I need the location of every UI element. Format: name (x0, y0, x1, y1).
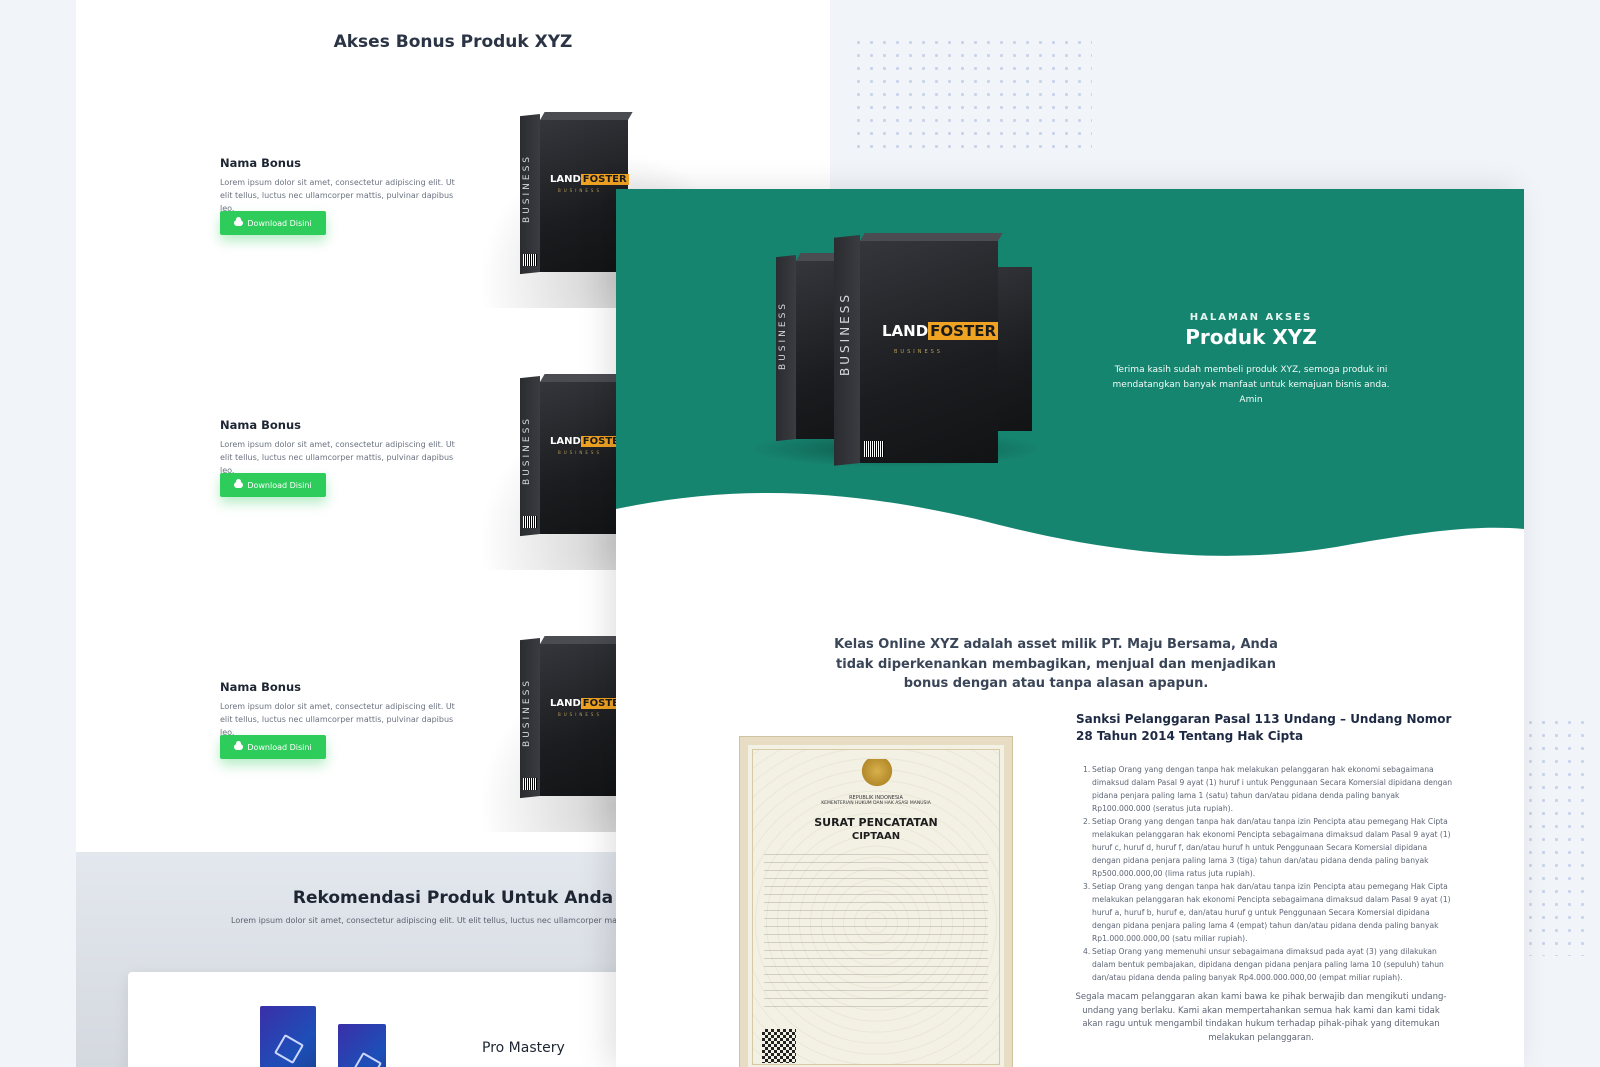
box-subtitle: BUSINESS (558, 450, 602, 456)
box-subtitle: BUSINESS (894, 349, 943, 355)
hero-kicker: HALAMAN AKSES (1189, 312, 1313, 323)
cloud-download-icon (234, 479, 244, 488)
list-item: 4. Setiap Orang yang memenuhi unsur sebag… (1083, 947, 1444, 982)
barcode-icon (523, 778, 537, 790)
cloud-download-icon (234, 741, 244, 750)
certificate-ministry: KEMENTERIAN HUKUM DAN HAK ASASI MANUSIA (821, 801, 931, 806)
bonus-description: Lorem ipsum dolor sit amet, consectetur … (220, 702, 455, 737)
bonus-description: Lorem ipsum dolor sit amet, consectetur … (220, 440, 455, 475)
box-vertical-text: BUSINESS (778, 301, 788, 370)
dot-pattern-top (852, 36, 1092, 156)
box-vertical-text: BUSINESS (522, 677, 532, 747)
bonus-name: Nama Bonus (220, 418, 302, 432)
hero-section: BUSINESS BUSINESS LAND FOSTER BUSINESS HA… (616, 189, 1524, 569)
barcode-icon (523, 254, 537, 266)
box-subtitle: BUSINESS (558, 712, 602, 718)
box-logo: LAND FOSTER (550, 174, 629, 186)
certificate-body-lines (764, 847, 988, 1007)
hero-text: Terima kasih sudah membeli produk XYZ, s… (1112, 365, 1390, 405)
list-item: 1. Setiap Orang yang dengan tanpa hak mel… (1083, 765, 1453, 813)
box-vertical-text: BUSINESS (838, 292, 852, 376)
download-button-label: Download Disini (247, 480, 312, 490)
garuda-emblem-icon (860, 759, 894, 789)
product-box-image: BUSINESS LAND FOSTER BUSINESS (834, 233, 1003, 466)
barcode-icon (523, 516, 537, 528)
download-button-label: Download Disini (247, 742, 312, 752)
sanksi-list: 1. Setiap Orang yang dengan tanpa hak mel… (1083, 763, 1454, 984)
product-box-image (338, 1024, 386, 1067)
download-button[interactable]: Download Disini (220, 473, 326, 497)
product-name: Pro Mastery (482, 1040, 565, 1056)
bonus-description: Lorem ipsum dolor sit amet, consectetur … (220, 178, 455, 213)
bonus-page-title: Akses Bonus Produk XYZ (333, 32, 573, 52)
barcode-icon (864, 441, 884, 457)
box-vertical-text: BUSINESS (522, 415, 532, 485)
download-button-label: Download Disini (247, 218, 312, 228)
certificate-title: SURAT PENCATATAN (814, 816, 938, 829)
copyright-notice: Kelas Online XYZ adalah asset milik PT. … (834, 637, 1278, 691)
bonus-name: Nama Bonus (220, 156, 302, 170)
copyright-certificate-image: REPUBLIK INDONESIA KEMENTERIAN HUKUM DAN… (739, 736, 1013, 1067)
download-button[interactable]: Download Disini (220, 211, 326, 235)
closing-statement: Segala macam pelanggaran akan kami bawa … (1075, 992, 1447, 1043)
dot-pattern-right (1524, 716, 1594, 956)
box-subtitle: BUSINESS (558, 188, 602, 194)
sanksi-title: Sanksi Pelanggaran Pasal 113 Undang – Un… (1076, 712, 1452, 743)
hero-title: Produk XYZ (1185, 325, 1317, 349)
cloud-download-icon (234, 217, 244, 226)
list-item: 3. Setiap Orang yang dengan tanpa hak dan… (1083, 882, 1451, 943)
product-box-image: BUSINESS LAND FOSTER BUSINESS (520, 112, 633, 275)
download-button[interactable]: Download Disini (220, 735, 326, 759)
product-box-image (260, 1006, 316, 1067)
box-logo: LAND FOSTER (882, 321, 999, 340)
certificate-subtitle: CIPTAAN (851, 831, 901, 842)
hero-wave-divider (616, 492, 1524, 569)
access-page: BUSINESS BUSINESS LAND FOSTER BUSINESS HA… (616, 189, 1524, 1067)
product-box-image: BUSINESS LAND FOSTER BUSINESS (520, 636, 633, 799)
product-box-image: BUSINESS LAND FOSTER BUSINESS (520, 374, 633, 537)
bonus-name: Nama Bonus (220, 680, 302, 694)
qr-code-icon (762, 1029, 796, 1063)
box-vertical-text: BUSINESS (522, 153, 532, 223)
list-item: 2. Setiap Orang yang dengan tanpa hak dan… (1083, 817, 1451, 878)
